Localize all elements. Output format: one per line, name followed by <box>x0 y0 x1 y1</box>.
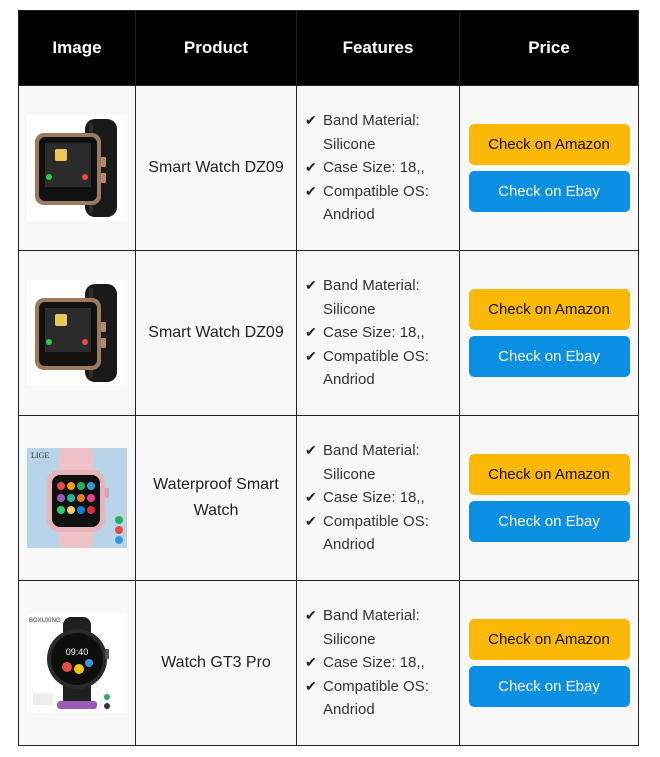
product-name: Smart Watch DZ09 <box>135 85 297 251</box>
feature-item: ✔ Case Size: 18,, <box>305 651 459 675</box>
features-cell: ✔ Band Material: Silicone ✔ Case Size: 18,… <box>296 415 460 581</box>
check-on-ebay-button[interactable]: Check on Ebay <box>468 171 630 212</box>
table-row: BOXUXING 09:40 Watch GT3 Pro ✔ Band Mate… <box>18 580 639 746</box>
product-image-cell <box>18 85 136 251</box>
smartwatch-round-black-image[interactable]: BOXUXING 09:40 <box>27 613 127 713</box>
watch-time: 09:40 <box>66 647 89 657</box>
table-header: Image Product Features Price <box>18 10 639 86</box>
smartwatch-dz09-image[interactable] <box>27 280 127 386</box>
product-name: Waterproof Smart Watch <box>135 415 297 581</box>
features-list: ✔ Band Material: Silicone ✔ Case Size: 18,… <box>297 274 459 392</box>
features-cell: ✔ Band Material: Silicone ✔ Case Size: 18,… <box>296 85 460 251</box>
features-list: ✔ Band Material: Silicone ✔ Case Size: 18,… <box>297 109 459 227</box>
feature-item: ✔ Case Size: 18,, <box>305 156 459 180</box>
product-name: Watch GT3 Pro <box>135 580 297 746</box>
feature-item: ✔ Band Material: Silicone <box>305 439 459 486</box>
table-row: Smart Watch DZ09 ✔ Band Material: Silicon… <box>18 85 639 251</box>
header-image: Image <box>18 10 136 86</box>
features-list: ✔ Band Material: Silicone ✔ Case Size: 18,… <box>297 439 459 557</box>
brand-logo: LIGE <box>31 451 49 460</box>
brand-logo: BOXUXING <box>29 618 61 624</box>
feature-item: ✔ Case Size: 18,, <box>305 486 459 510</box>
check-on-amazon-button[interactable]: Check on Amazon <box>468 289 630 330</box>
feature-item: ✔ Compatible OS: Andriod <box>305 345 459 392</box>
features-cell: ✔ Band Material: Silicone ✔ Case Size: 18,… <box>296 580 460 746</box>
product-name: Smart Watch DZ09 <box>135 250 297 416</box>
product-image-cell <box>18 250 136 416</box>
checkmark-icon: ✔ <box>305 654 317 671</box>
feature-item: ✔ Band Material: Silicone <box>305 274 459 321</box>
feature-item: ✔ Compatible OS: Andriod <box>305 675 459 722</box>
feature-item: ✔ Compatible OS: Andriod <box>305 180 459 227</box>
feature-item: ✔ Band Material: Silicone <box>305 604 459 651</box>
header-features: Features <box>296 10 460 86</box>
product-image-cell: LIGE <box>18 415 136 581</box>
features-cell: ✔ Band Material: Silicone ✔ Case Size: 18,… <box>296 250 460 416</box>
checkmark-icon: ✔ <box>305 607 317 624</box>
checkmark-icon: ✔ <box>305 112 317 129</box>
price-cell: Check on Amazon Check on Ebay <box>459 415 639 581</box>
feature-item: ✔ Band Material: Silicone <box>305 109 459 156</box>
features-list: ✔ Band Material: Silicone ✔ Case Size: 18,… <box>297 604 459 722</box>
header-price: Price <box>459 10 639 86</box>
product-image-cell: BOXUXING 09:40 <box>18 580 136 746</box>
checkmark-icon: ✔ <box>305 159 317 176</box>
header-product: Product <box>135 10 297 86</box>
checkmark-icon: ✔ <box>305 324 317 341</box>
smartwatch-dz09-image[interactable] <box>27 115 127 221</box>
table-row: Smart Watch DZ09 ✔ Band Material: Silicon… <box>18 250 639 416</box>
price-cell: Check on Amazon Check on Ebay <box>459 85 639 251</box>
feature-item: ✔ Compatible OS: Andriod <box>305 510 459 557</box>
price-cell: Check on Amazon Check on Ebay <box>459 250 639 416</box>
check-on-ebay-button[interactable]: Check on Ebay <box>468 336 630 377</box>
check-on-amazon-button[interactable]: Check on Amazon <box>468 454 630 495</box>
price-cell: Check on Amazon Check on Ebay <box>459 580 639 746</box>
check-on-ebay-button[interactable]: Check on Ebay <box>468 501 630 542</box>
checkmark-icon: ✔ <box>305 277 317 294</box>
checkmark-icon: ✔ <box>305 512 317 529</box>
product-comparison-table: Image Product Features Price Smart Watch… <box>18 10 639 746</box>
feature-item: ✔ Case Size: 18,, <box>305 321 459 345</box>
checkmark-icon: ✔ <box>305 182 317 199</box>
check-on-amazon-button[interactable]: Check on Amazon <box>468 619 630 660</box>
check-on-ebay-button[interactable]: Check on Ebay <box>468 666 630 707</box>
checkmark-icon: ✔ <box>305 442 317 459</box>
check-on-amazon-button[interactable]: Check on Amazon <box>468 124 630 165</box>
table-row: LIGE Waterproof Smart Watch ✔ Band Mater… <box>18 415 639 581</box>
checkmark-icon: ✔ <box>305 347 317 364</box>
checkmark-icon: ✔ <box>305 677 317 694</box>
checkmark-icon: ✔ <box>305 489 317 506</box>
smartwatch-pink-image[interactable]: LIGE <box>27 448 127 548</box>
